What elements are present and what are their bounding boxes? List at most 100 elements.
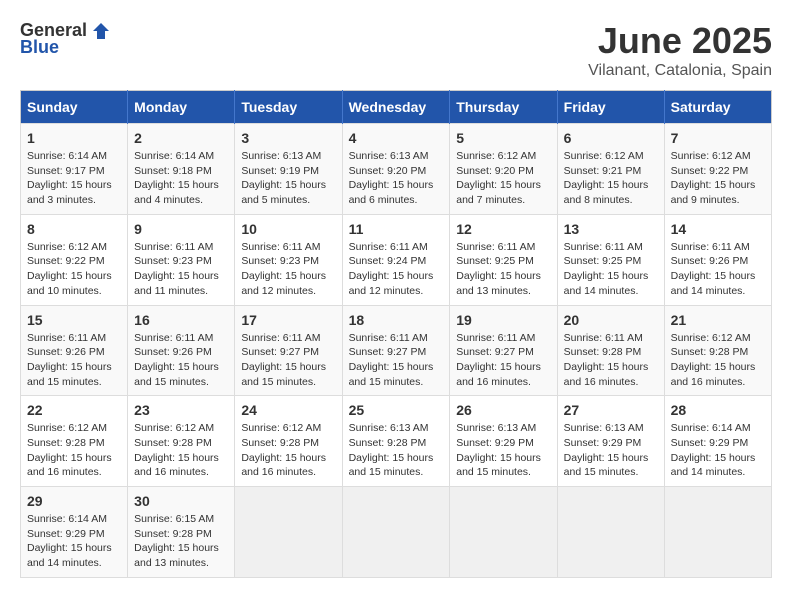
day-info: Sunrise: 6:13 AM Sunset: 9:28 PM Dayligh… xyxy=(349,421,444,480)
day-number: 23 xyxy=(134,402,228,418)
day-info: Sunrise: 6:12 AM Sunset: 9:22 PM Dayligh… xyxy=(671,149,765,208)
day-number: 1 xyxy=(27,130,121,146)
table-row: 14 Sunrise: 6:11 AM Sunset: 9:26 PM Dayl… xyxy=(664,214,771,305)
day-info: Sunrise: 6:13 AM Sunset: 9:29 PM Dayligh… xyxy=(456,421,550,480)
table-row: 22 Sunrise: 6:12 AM Sunset: 9:28 PM Dayl… xyxy=(21,396,128,487)
table-row: 1 Sunrise: 6:14 AM Sunset: 9:17 PM Dayli… xyxy=(21,124,128,215)
col-tuesday: Tuesday xyxy=(235,91,342,124)
calendar-week-row: 8 Sunrise: 6:12 AM Sunset: 9:22 PM Dayli… xyxy=(21,214,772,305)
table-row: 27 Sunrise: 6:13 AM Sunset: 9:29 PM Dayl… xyxy=(557,396,664,487)
table-row: 17 Sunrise: 6:11 AM Sunset: 9:27 PM Dayl… xyxy=(235,305,342,396)
day-number: 15 xyxy=(27,312,121,328)
day-info: Sunrise: 6:14 AM Sunset: 9:18 PM Dayligh… xyxy=(134,149,228,208)
day-number: 12 xyxy=(456,221,550,237)
day-number: 18 xyxy=(349,312,444,328)
day-info: Sunrise: 6:11 AM Sunset: 9:26 PM Dayligh… xyxy=(671,240,765,299)
day-number: 25 xyxy=(349,402,444,418)
day-info: Sunrise: 6:13 AM Sunset: 9:29 PM Dayligh… xyxy=(564,421,658,480)
day-number: 24 xyxy=(241,402,335,418)
month-title: June 2025 xyxy=(588,20,772,62)
day-info: Sunrise: 6:11 AM Sunset: 9:26 PM Dayligh… xyxy=(27,331,121,390)
title-section: June 2025 Vilanant, Catalonia, Spain xyxy=(588,20,772,80)
day-info: Sunrise: 6:11 AM Sunset: 9:26 PM Dayligh… xyxy=(134,331,228,390)
day-info: Sunrise: 6:12 AM Sunset: 9:21 PM Dayligh… xyxy=(564,149,658,208)
day-number: 6 xyxy=(564,130,658,146)
day-number: 2 xyxy=(134,130,228,146)
table-row: 18 Sunrise: 6:11 AM Sunset: 9:27 PM Dayl… xyxy=(342,305,450,396)
table-row: 10 Sunrise: 6:11 AM Sunset: 9:23 PM Dayl… xyxy=(235,214,342,305)
day-info: Sunrise: 6:12 AM Sunset: 9:28 PM Dayligh… xyxy=(27,421,121,480)
col-sunday: Sunday xyxy=(21,91,128,124)
col-friday: Friday xyxy=(557,91,664,124)
day-info: Sunrise: 6:11 AM Sunset: 9:27 PM Dayligh… xyxy=(241,331,335,390)
calendar-week-row: 22 Sunrise: 6:12 AM Sunset: 9:28 PM Dayl… xyxy=(21,396,772,487)
table-row: 28 Sunrise: 6:14 AM Sunset: 9:29 PM Dayl… xyxy=(664,396,771,487)
header: General Blue June 2025 Vilanant, Catalon… xyxy=(20,20,772,80)
calendar-week-row: 1 Sunrise: 6:14 AM Sunset: 9:17 PM Dayli… xyxy=(21,124,772,215)
day-info: Sunrise: 6:11 AM Sunset: 9:23 PM Dayligh… xyxy=(241,240,335,299)
day-info: Sunrise: 6:12 AM Sunset: 9:28 PM Dayligh… xyxy=(671,331,765,390)
table-row: 25 Sunrise: 6:13 AM Sunset: 9:28 PM Dayl… xyxy=(342,396,450,487)
day-info: Sunrise: 6:11 AM Sunset: 9:27 PM Dayligh… xyxy=(349,331,444,390)
table-row: 30 Sunrise: 6:15 AM Sunset: 9:28 PM Dayl… xyxy=(128,487,235,578)
location-title: Vilanant, Catalonia, Spain xyxy=(588,62,772,80)
day-info: Sunrise: 6:11 AM Sunset: 9:24 PM Dayligh… xyxy=(349,240,444,299)
table-row: 7 Sunrise: 6:12 AM Sunset: 9:22 PM Dayli… xyxy=(664,124,771,215)
table-row: 24 Sunrise: 6:12 AM Sunset: 9:28 PM Dayl… xyxy=(235,396,342,487)
table-row: 5 Sunrise: 6:12 AM Sunset: 9:20 PM Dayli… xyxy=(450,124,557,215)
day-info: Sunrise: 6:12 AM Sunset: 9:28 PM Dayligh… xyxy=(241,421,335,480)
day-number: 11 xyxy=(349,221,444,237)
col-monday: Monday xyxy=(128,91,235,124)
day-number: 9 xyxy=(134,221,228,237)
day-info: Sunrise: 6:12 AM Sunset: 9:22 PM Dayligh… xyxy=(27,240,121,299)
calendar-week-row: 15 Sunrise: 6:11 AM Sunset: 9:26 PM Dayl… xyxy=(21,305,772,396)
table-row: 29 Sunrise: 6:14 AM Sunset: 9:29 PM Dayl… xyxy=(21,487,128,578)
day-info: Sunrise: 6:14 AM Sunset: 9:29 PM Dayligh… xyxy=(27,512,121,571)
day-number: 28 xyxy=(671,402,765,418)
table-row xyxy=(450,487,557,578)
day-number: 22 xyxy=(27,402,121,418)
col-saturday: Saturday xyxy=(664,91,771,124)
day-info: Sunrise: 6:13 AM Sunset: 9:20 PM Dayligh… xyxy=(349,149,444,208)
day-info: Sunrise: 6:11 AM Sunset: 9:25 PM Dayligh… xyxy=(456,240,550,299)
day-info: Sunrise: 6:14 AM Sunset: 9:17 PM Dayligh… xyxy=(27,149,121,208)
logo-icon xyxy=(91,21,111,41)
table-row: 4 Sunrise: 6:13 AM Sunset: 9:20 PM Dayli… xyxy=(342,124,450,215)
day-info: Sunrise: 6:11 AM Sunset: 9:23 PM Dayligh… xyxy=(134,240,228,299)
table-row: 21 Sunrise: 6:12 AM Sunset: 9:28 PM Dayl… xyxy=(664,305,771,396)
table-row xyxy=(557,487,664,578)
table-row: 2 Sunrise: 6:14 AM Sunset: 9:18 PM Dayli… xyxy=(128,124,235,215)
table-row: 8 Sunrise: 6:12 AM Sunset: 9:22 PM Dayli… xyxy=(21,214,128,305)
calendar-table: Sunday Monday Tuesday Wednesday Thursday… xyxy=(20,90,772,578)
table-row: 16 Sunrise: 6:11 AM Sunset: 9:26 PM Dayl… xyxy=(128,305,235,396)
day-number: 27 xyxy=(564,402,658,418)
table-row: 6 Sunrise: 6:12 AM Sunset: 9:21 PM Dayli… xyxy=(557,124,664,215)
day-number: 7 xyxy=(671,130,765,146)
day-number: 3 xyxy=(241,130,335,146)
table-row: 26 Sunrise: 6:13 AM Sunset: 9:29 PM Dayl… xyxy=(450,396,557,487)
table-row: 13 Sunrise: 6:11 AM Sunset: 9:25 PM Dayl… xyxy=(557,214,664,305)
day-number: 21 xyxy=(671,312,765,328)
day-info: Sunrise: 6:11 AM Sunset: 9:27 PM Dayligh… xyxy=(456,331,550,390)
day-number: 17 xyxy=(241,312,335,328)
table-row: 19 Sunrise: 6:11 AM Sunset: 9:27 PM Dayl… xyxy=(450,305,557,396)
table-row xyxy=(664,487,771,578)
col-thursday: Thursday xyxy=(450,91,557,124)
day-number: 19 xyxy=(456,312,550,328)
day-number: 16 xyxy=(134,312,228,328)
table-row: 15 Sunrise: 6:11 AM Sunset: 9:26 PM Dayl… xyxy=(21,305,128,396)
day-info: Sunrise: 6:12 AM Sunset: 9:28 PM Dayligh… xyxy=(134,421,228,480)
table-row: 23 Sunrise: 6:12 AM Sunset: 9:28 PM Dayl… xyxy=(128,396,235,487)
logo-blue-text: Blue xyxy=(20,37,59,58)
table-row: 20 Sunrise: 6:11 AM Sunset: 9:28 PM Dayl… xyxy=(557,305,664,396)
table-row: 3 Sunrise: 6:13 AM Sunset: 9:19 PM Dayli… xyxy=(235,124,342,215)
day-number: 29 xyxy=(27,493,121,509)
day-info: Sunrise: 6:11 AM Sunset: 9:25 PM Dayligh… xyxy=(564,240,658,299)
day-number: 10 xyxy=(241,221,335,237)
calendar-week-row: 29 Sunrise: 6:14 AM Sunset: 9:29 PM Dayl… xyxy=(21,487,772,578)
day-number: 14 xyxy=(671,221,765,237)
day-info: Sunrise: 6:14 AM Sunset: 9:29 PM Dayligh… xyxy=(671,421,765,480)
day-number: 20 xyxy=(564,312,658,328)
table-row xyxy=(342,487,450,578)
day-info: Sunrise: 6:11 AM Sunset: 9:28 PM Dayligh… xyxy=(564,331,658,390)
